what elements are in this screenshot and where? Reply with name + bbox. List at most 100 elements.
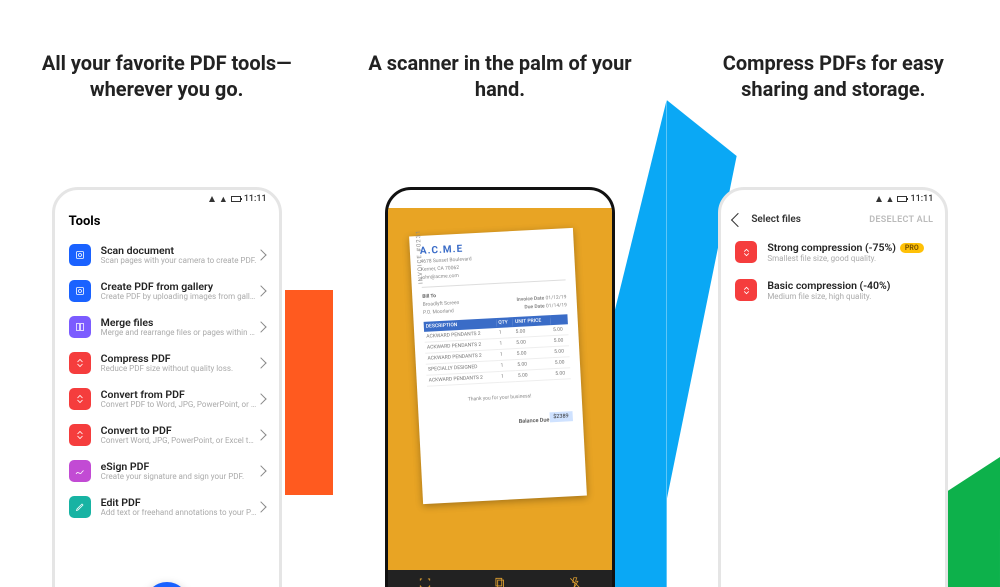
tool-icon <box>69 388 91 410</box>
deselect-all-button[interactable]: DESELECT ALL <box>869 215 933 225</box>
compress-label: Strong compression (-75%)PRO <box>767 241 923 254</box>
chevron-right-icon <box>255 429 266 440</box>
multipage-icon[interactable] <box>493 576 507 587</box>
status-bar: ▲ 11:11 <box>721 190 945 208</box>
tool-label: Convert to PDF <box>101 424 257 437</box>
tool-sub: Create PDF by uploading images from gall… <box>101 293 257 302</box>
doc-billto-name2: P.O. Moorland <box>423 308 454 316</box>
panel-tools: All your favorite PDF tools—wherever you… <box>0 0 333 587</box>
chevron-right-icon <box>255 249 266 260</box>
tool-sub: Merge and rearrange files or pages withi… <box>101 329 257 338</box>
doc-due-label: Due Date <box>524 303 545 310</box>
panel-compress: Compress PDFs for easy sharing and stora… <box>667 0 1000 587</box>
tools-heading: Tools <box>55 208 279 237</box>
compress-text: Basic compression (-40%)Medium file size… <box>767 279 890 301</box>
status-time: 11:11 <box>910 194 933 204</box>
signal-icon <box>542 196 548 202</box>
tool-row-convert-to-pdf[interactable]: Convert to PDFConvert Word, JPG, PowerPo… <box>55 417 279 453</box>
compress-icon <box>735 241 757 263</box>
doc-billto-label: Bill To <box>422 293 436 300</box>
scanned-document: A.C.M.E 4678 Sunset Boulevard Kerner, CA… <box>409 228 587 504</box>
tool-row-compress-pdf[interactable]: Compress PDFReduce PDF size without qual… <box>55 345 279 381</box>
battery-icon <box>231 196 241 202</box>
compress-option[interactable]: Basic compression (-40%)Medium file size… <box>721 269 945 307</box>
back-icon[interactable] <box>731 212 745 226</box>
chevron-right-icon <box>255 321 266 332</box>
status-bar: ▲ 11:11 <box>388 190 612 208</box>
tool-row-esign-pdf[interactable]: eSign PDFCreate your signature and sign … <box>55 453 279 489</box>
bg-shape-orange <box>285 290 333 495</box>
chevron-right-icon <box>255 465 266 476</box>
panel-scanner: A scanner in the palm of your hand. ▲ 11… <box>333 0 666 587</box>
tool-label: eSign PDF <box>101 460 257 473</box>
tool-icon <box>69 316 91 338</box>
tool-sub: Convert Word, JPG, PowerPoint, or Excel … <box>101 437 257 446</box>
wifi-icon: ▲ <box>886 194 895 205</box>
compress-header: Select files DESELECT ALL <box>721 208 945 231</box>
tool-row-create-pdf-from-gallery[interactable]: Create PDF from galleryCreate PDF by upl… <box>55 273 279 309</box>
tool-label: Edit PDF <box>101 496 257 509</box>
status-time: 11:11 <box>244 194 267 204</box>
tool-text: Scan documentScan pages with your camera… <box>101 244 257 266</box>
wifi-icon: ▲ <box>219 194 228 205</box>
tool-sub: Add text or freehand annotations to your… <box>101 509 257 518</box>
phone-frame-1: ▲ 11:11 Tools Scan documentScan pages wi… <box>52 187 282 587</box>
compress-option[interactable]: Strong compression (-75%)PROSmallest fil… <box>721 231 945 269</box>
chevron-right-icon <box>255 357 266 368</box>
doc-thanks: Thank you for your business! <box>428 391 572 405</box>
chevron-right-icon <box>255 501 266 512</box>
doc-due-val: 01/14/19 <box>546 302 567 309</box>
battery-icon <box>564 196 574 202</box>
tool-label: Create PDF from gallery <box>101 280 257 293</box>
doc-table: DESCRIPTION QTY UNIT PRICE ACKWARD PENDA… <box>424 314 571 386</box>
doc-balance-val: $2389 <box>549 411 573 422</box>
signal-icon <box>876 196 882 202</box>
chevron-right-icon <box>255 393 266 404</box>
headline-2: A scanner in the palm of your hand. <box>333 0 666 120</box>
tool-icon <box>69 280 91 302</box>
wifi-icon: ▲ <box>552 194 561 205</box>
tool-sub: Convert PDF to Word, JPG, PowerPoint, or… <box>101 401 257 410</box>
tool-text: Create PDF from galleryCreate PDF by upl… <box>101 280 257 302</box>
tool-sub: Scan pages with your camera to create PD… <box>101 257 257 266</box>
tool-icon <box>69 496 91 518</box>
tool-icon <box>69 424 91 446</box>
camera-toolbar <box>388 570 612 587</box>
select-files-title: Select files <box>751 214 869 225</box>
compress-label: Basic compression (-40%) <box>767 279 890 292</box>
tool-row-convert-from-pdf[interactable]: Convert from PDFConvert PDF to Word, JPG… <box>55 381 279 417</box>
compress-text: Strong compression (-75%)PROSmallest fil… <box>767 241 923 263</box>
tool-sub: Reduce PDF size without quality loss. <box>101 365 257 374</box>
pro-badge: PRO <box>900 243 924 253</box>
tool-text: Convert from PDFConvert PDF to Word, JPG… <box>101 388 257 410</box>
scan-frame-icon[interactable] <box>418 576 432 587</box>
doc-inv-label: Invoice Date <box>516 295 544 302</box>
tool-icon <box>69 244 91 266</box>
doc-invoice-num: INVOICE #0231 <box>415 229 425 284</box>
battery-icon <box>897 196 907 202</box>
phone-frame-3: ▲ 11:11 Select files DESELECT ALL Strong… <box>718 187 948 587</box>
tool-row-merge-files[interactable]: Merge filesMerge and rearrange files or … <box>55 309 279 345</box>
tool-label: Scan document <box>101 244 257 257</box>
headline-3: Compress PDFs for easy sharing and stora… <box>667 0 1000 120</box>
tool-text: Compress PDFReduce PDF size without qual… <box>101 352 257 374</box>
signal-icon <box>209 196 215 202</box>
tool-icon <box>69 352 91 374</box>
status-time: 11:11 <box>577 194 600 204</box>
tool-label: Convert from PDF <box>101 388 257 401</box>
status-bar: ▲ 11:11 <box>55 190 279 208</box>
tool-row-edit-pdf[interactable]: Edit PDFAdd text or freehand annotations… <box>55 489 279 525</box>
headline-1: All your favorite PDF tools—wherever you… <box>0 0 333 120</box>
doc-billto-name: Broadlyft Screen <box>423 300 460 308</box>
tool-row-scan-document[interactable]: Scan documentScan pages with your camera… <box>55 237 279 273</box>
compress-icon <box>735 279 757 301</box>
flash-off-icon[interactable] <box>568 576 582 587</box>
tool-label: Compress PDF <box>101 352 257 365</box>
doc-balance-label: Balance Due <box>519 417 550 425</box>
tool-label: Merge files <box>101 316 257 329</box>
tool-text: Convert to PDFConvert Word, JPG, PowerPo… <box>101 424 257 446</box>
tool-sub: Create your signature and sign your PDF. <box>101 473 257 482</box>
compress-sub: Medium file size, high quality. <box>767 292 890 301</box>
tool-text: Merge filesMerge and rearrange files or … <box>101 316 257 338</box>
compress-sub: Smallest file size, good quality. <box>767 254 923 263</box>
